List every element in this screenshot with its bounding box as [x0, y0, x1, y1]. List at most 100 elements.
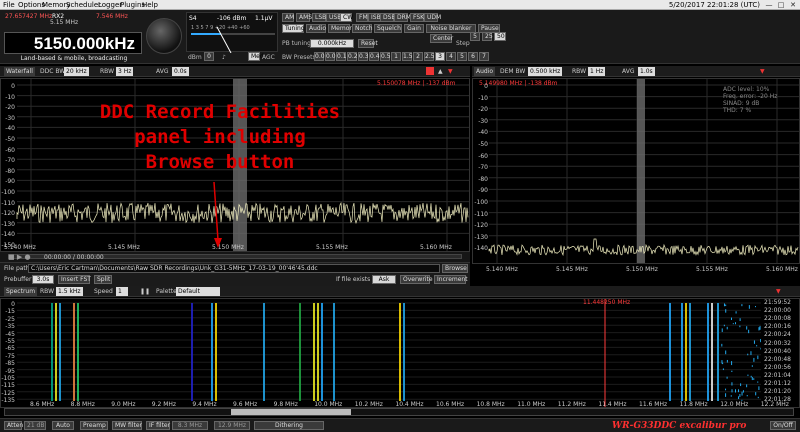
- palette-select[interactable]: Default: [176, 287, 220, 296]
- dropdown-icon[interactable]: ▼: [448, 68, 453, 75]
- bw-preset[interactable]: 0.02: [314, 52, 328, 61]
- func-audio[interactable]: Audio: [306, 24, 326, 33]
- mode-fsk[interactable]: FSK: [410, 13, 424, 22]
- mode-drm[interactable]: DRM: [394, 13, 411, 22]
- func-notch[interactable]: Notch: [352, 24, 373, 33]
- increment-button[interactable]: Increment: [434, 275, 468, 284]
- mode-lsb[interactable]: LSB: [312, 13, 326, 22]
- menu-help[interactable]: Help: [142, 1, 158, 9]
- mode-udm[interactable]: UDM: [424, 13, 441, 22]
- func-gain[interactable]: Gain: [404, 24, 424, 33]
- speaker-icon[interactable]: ♪: [222, 54, 226, 61]
- avg-field[interactable]: 0.0s: [172, 67, 189, 76]
- step-5[interactable]: 5: [470, 32, 480, 41]
- mode-dsb[interactable]: DSB: [380, 13, 396, 22]
- bw-preset[interactable]: 0.2: [347, 52, 358, 61]
- dem-bw-select[interactable]: 0.500 kHz: [528, 67, 563, 76]
- reset-button[interactable]: Reset: [358, 39, 378, 48]
- split-button[interactable]: Split: [94, 275, 112, 284]
- auto-button[interactable]: Auto: [52, 421, 74, 430]
- prebuffer-field[interactable]: 3.0s: [32, 275, 54, 284]
- record-buttons[interactable]: ■ ▶ ●: [8, 253, 31, 261]
- wb-signal-trace: [669, 303, 671, 401]
- if-filter-button[interactable]: IF filter: [146, 421, 170, 430]
- func-memory[interactable]: Memory: [328, 24, 355, 33]
- tab-spectrum[interactable]: Spectrum: [4, 287, 38, 296]
- func-noise-blanker[interactable]: Noise blanker: [426, 24, 476, 33]
- speed-select[interactable]: 1: [116, 287, 128, 296]
- mode-usb[interactable]: USB: [326, 13, 341, 22]
- marker-icon[interactable]: ▲: [438, 68, 443, 75]
- wideband-panel[interactable]: 11.448250 MHz: [0, 298, 800, 408]
- if-filter-field-2[interactable]: 12.9 MHz: [214, 421, 250, 430]
- wideband-waterfall[interactable]: [1, 299, 799, 407]
- agc-mode[interactable]: Med: [248, 52, 264, 61]
- bw-preset[interactable]: 7: [479, 52, 489, 61]
- record-icon[interactable]: [426, 67, 434, 75]
- bw-preset[interactable]: 2.5: [424, 52, 435, 61]
- step-50[interactable]: 50: [494, 32, 506, 41]
- browse-button[interactable]: Browse: [442, 264, 468, 273]
- bw-preset[interactable]: 3: [435, 52, 445, 61]
- ddc-bw-select[interactable]: 20 kHz: [64, 67, 89, 76]
- step-25[interactable]: 25: [482, 32, 493, 41]
- onoff-button[interactable]: On/Off: [770, 421, 796, 430]
- insert-fst-button[interactable]: Insert FST: [58, 275, 91, 284]
- overwrite-button[interactable]: Overwrite: [400, 275, 433, 284]
- bw-label: BW Presets: [282, 54, 316, 61]
- mode-ams[interactable]: AMS: [296, 13, 312, 22]
- wb-dropdown-icon[interactable]: ▼: [776, 288, 781, 295]
- pause-icon[interactable]: ❚❚: [140, 288, 150, 295]
- wb-rbw-select[interactable]: 1.5 kHz: [56, 287, 83, 296]
- bw-preset[interactable]: 0.3: [358, 52, 369, 61]
- pb-field[interactable]: 0.000kHz: [310, 39, 354, 48]
- audio-avg-field[interactable]: 1.0s: [638, 67, 655, 76]
- if-filter-field[interactable]: 8.3 MHz: [172, 421, 208, 430]
- func-tuning[interactable]: Tuning: [282, 24, 305, 33]
- ddc-y-tick: -40: [5, 125, 15, 133]
- frequency-display[interactable]: 5150.000kHz: [4, 32, 142, 54]
- menu-file[interactable]: File: [3, 1, 15, 9]
- atten-field[interactable]: 21 dB: [24, 421, 46, 430]
- tuning-knob[interactable]: [146, 18, 182, 54]
- atten-button[interactable]: Atten: [4, 421, 23, 430]
- wb-x-tick: 9.6 MHz: [233, 401, 258, 408]
- dithering-button[interactable]: Dithering: [254, 421, 324, 430]
- rbw-select[interactable]: 3 Hz: [116, 67, 134, 76]
- tab-audio[interactable]: Audio: [474, 67, 496, 76]
- bw-preset[interactable]: 1.5: [402, 52, 413, 61]
- bw-preset[interactable]: 0.5: [380, 52, 391, 61]
- wb-noise: [738, 396, 740, 400]
- bw-preset[interactable]: 0.4: [369, 52, 380, 61]
- bw-preset[interactable]: 5: [457, 52, 467, 61]
- wb-scrollbar[interactable]: [4, 408, 794, 416]
- bw-preset[interactable]: 0.1: [336, 52, 347, 61]
- preamp-button[interactable]: Preamp: [80, 421, 108, 430]
- tab-waterfall[interactable]: Waterfall: [4, 67, 35, 76]
- mw-filter-button[interactable]: MW filter: [112, 421, 142, 430]
- minimize-icon[interactable]: —: [764, 1, 774, 9]
- file-path-field[interactable]: C:\Users\Eric Cartman\Documents\Raw SDR …: [28, 264, 440, 273]
- menu-logger[interactable]: Logger: [98, 1, 122, 9]
- ask-button[interactable]: Ask: [372, 275, 396, 284]
- audio-rbw-select[interactable]: 1 Hz: [588, 67, 606, 76]
- wb-signal-trace: [711, 303, 713, 401]
- bw-preset[interactable]: 6: [468, 52, 478, 61]
- mode-am[interactable]: AM: [282, 13, 294, 22]
- audio-dropdown-icon[interactable]: ▼: [760, 68, 765, 75]
- wb-signal-trace: [321, 303, 323, 401]
- close-icon[interactable]: ✕: [788, 1, 798, 9]
- bw-preset[interactable]: 4: [446, 52, 456, 61]
- center-button[interactable]: Center: [430, 34, 453, 43]
- maximize-icon[interactable]: □: [776, 1, 786, 9]
- func-squelch[interactable]: Squelch: [374, 24, 402, 33]
- dbm-field[interactable]: 0: [204, 52, 214, 61]
- audio-spectrum-panel[interactable]: 5.149980 MHz | -138 dBm ADC level: 10% F…: [472, 78, 800, 264]
- mode-fm[interactable]: FM: [356, 13, 368, 22]
- bw-preset[interactable]: 0.05: [325, 52, 339, 61]
- mode-cw[interactable]: CW: [340, 13, 353, 22]
- menu-scheduler[interactable]: Scheduler: [66, 1, 101, 9]
- menu-options[interactable]: Options: [18, 1, 45, 9]
- bw-preset[interactable]: 2: [413, 52, 423, 61]
- bw-preset[interactable]: 1: [391, 52, 401, 61]
